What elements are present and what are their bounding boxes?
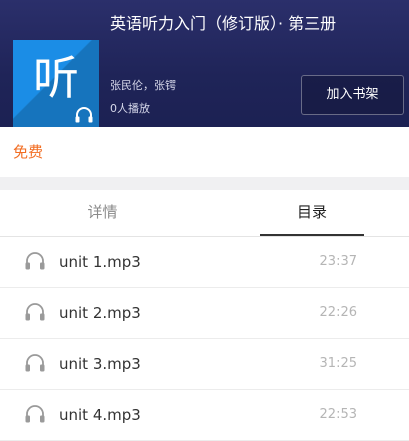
track-name: unit 4.mp3 [59,406,141,424]
track-name: unit 2.mp3 [59,304,141,322]
price-label: 免费 [13,143,44,161]
track-name: unit 1.mp3 [59,253,141,271]
active-tab-indicator [260,234,364,236]
track-row[interactable]: unit 3.mp3 31:25 [0,339,409,390]
section-divider [0,177,409,190]
cover-logo-char: 听 [33,51,79,105]
headphones-icon [25,303,45,321]
track-list: unit 1.mp3 23:37 unit 2.mp3 22:26 unit 3… [0,237,409,441]
tab-catalog[interactable]: 目录 [260,190,364,236]
play-count: 0人播放 [110,102,150,115]
headphones-icon [75,107,93,123]
track-row[interactable]: unit 1.mp3 23:37 [0,237,409,288]
album-title: 英语听力入门（修订版）· 第三册 [110,14,337,33]
tab-bar: 详情 目录 [0,190,409,237]
track-row[interactable]: unit 4.mp3 22:53 [0,390,409,441]
headphones-icon [25,405,45,423]
album-cover[interactable]: 听 [13,40,99,127]
track-duration: 23:37 [319,254,357,269]
track-duration: 22:53 [319,407,357,422]
headphones-icon [25,354,45,372]
album-header: 听 英语听力入门（修订版）· 第三册 张民伦，张锷 0人播放 加入书架 [0,0,409,127]
track-name: unit 3.mp3 [59,355,141,373]
album-authors: 张民伦，张锷 [110,79,176,92]
tab-details[interactable]: 详情 [0,190,205,236]
track-row[interactable]: unit 2.mp3 22:26 [0,288,409,339]
track-duration: 22:26 [319,305,357,320]
add-to-shelf-button[interactable]: 加入书架 [301,75,404,115]
track-duration: 31:25 [319,356,357,371]
headphones-icon [25,252,45,270]
price-bar: 免费 [0,127,409,177]
